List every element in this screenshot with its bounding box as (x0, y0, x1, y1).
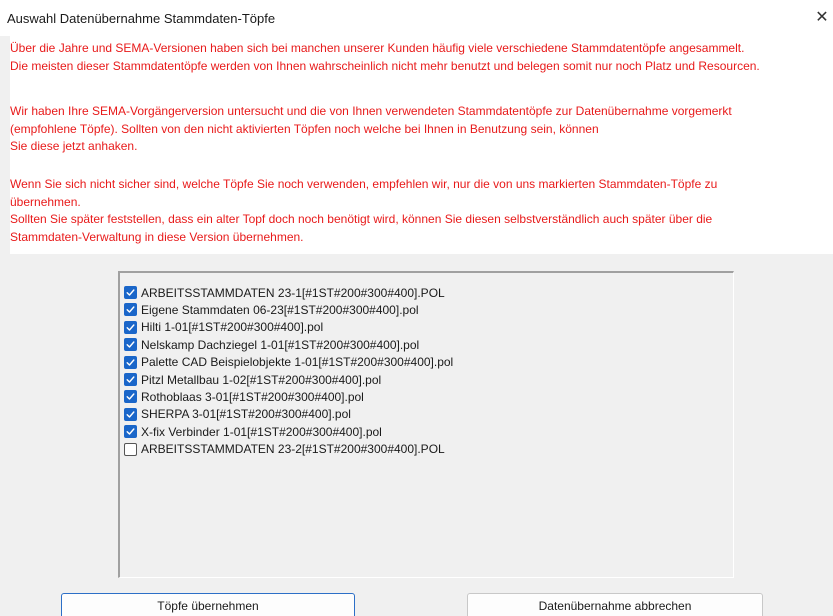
list-item-label: Rothoblaas 3-01[#1ST#200#300#400].pol (141, 389, 364, 404)
cancel-import-button[interactable]: Datenübernahme abbrechen (467, 593, 763, 616)
info-paragraph-3: Wenn Sie sich nicht sicher sind, welche … (10, 176, 717, 246)
checkbox-unchecked[interactable] (124, 442, 137, 456)
list-item[interactable]: SHERPA 3-01[#1ST#200#300#400].pol (124, 406, 351, 423)
info-line: (empfohlene Töpfe). Sollten von den nich… (10, 121, 599, 136)
checkbox-checked[interactable] (124, 286, 137, 299)
info-paragraph-1: Über die Jahre und SEMA-Versionen haben … (10, 40, 760, 75)
list-item[interactable]: Palette CAD Beispielobjekte 1-01[#1ST#20… (124, 354, 453, 371)
info-line: Über die Jahre und SEMA-Versionen haben … (10, 41, 745, 55)
list-item[interactable]: Nelskamp Dachziegel 1-01[#1ST#200#300#40… (124, 336, 419, 353)
list-item[interactable]: ARBEITSSTAMMDATEN 23-2[#1ST#200#300#400]… (124, 441, 445, 458)
title-bar: Auswahl Datenübernahme Stammdaten-Töpfe … (0, 0, 833, 36)
list-item-label: Palette CAD Beispielobjekte 1-01[#1ST#20… (141, 355, 454, 370)
info-line: übernehmen. (10, 194, 81, 209)
checkbox-checked[interactable] (124, 303, 137, 317)
list-item[interactable]: X-fix Verbinder 1-01[#1ST#200#300#400].p… (124, 423, 382, 440)
checkbox-checked[interactable] (124, 373, 137, 386)
list-item-label: Pitzl Metallbau 1-02[#1ST#200#300#400].p… (141, 372, 382, 387)
check-icon (126, 306, 135, 314)
checkbox-checked[interactable] (124, 390, 137, 404)
info-panel: Über die Jahre und SEMA-Versionen haben … (10, 36, 833, 254)
list-item-label: SHERPA 3-01[#1ST#200#300#400].pol (141, 407, 351, 422)
dialog-window: Auswahl Datenübernahme Stammdaten-Töpfe … (0, 0, 833, 616)
list-item[interactable]: Eigene Stammdaten 06-23[#1ST#200#300#400… (124, 301, 419, 318)
list-item-label: Nelskamp Dachziegel 1-01[#1ST#200#300#40… (141, 337, 420, 352)
check-icon (126, 428, 135, 435)
checkbox-checked[interactable] (124, 355, 137, 369)
list-item[interactable]: Rothoblaas 3-01[#1ST#200#300#400].pol (124, 388, 364, 405)
list-item[interactable]: Pitzl Metallbau 1-02[#1ST#200#300#400].p… (124, 371, 381, 388)
check-icon (126, 358, 135, 366)
checkbox-checked[interactable] (124, 338, 137, 352)
list-item-label: X-fix Verbinder 1-01[#1ST#200#300#400].p… (141, 424, 382, 439)
info-line: Sie diese jetzt anhaken. (10, 139, 138, 153)
checkbox-checked[interactable] (124, 425, 137, 439)
pot-checklist[interactable]: ARBEITSSTAMMDATEN 23-1[#1ST#200#300#400]… (118, 271, 734, 578)
list-item-label: ARBEITSSTAMMDATEN 23-1[#1ST#200#300#400]… (141, 285, 445, 300)
checkbox-checked[interactable] (124, 320, 137, 334)
list-item-label: ARBEITSSTAMMDATEN 23-2[#1ST#200#300#400]… (141, 442, 445, 457)
checkbox-checked[interactable] (124, 407, 137, 421)
check-icon (126, 393, 135, 401)
info-line: Wir haben Ihre SEMA-Vorgängerversion unt… (10, 104, 732, 118)
info-paragraph-2: Wir haben Ihre SEMA-Vorgängerversion unt… (10, 103, 732, 156)
info-line: Die meisten dieser Stammdatentöpfe werde… (10, 58, 760, 73)
close-button[interactable]: ✕ (811, 6, 833, 30)
info-line: Wenn Sie sich nicht sicher sind, welche … (10, 177, 718, 191)
list-item-label: Hilti 1-01[#1ST#200#300#400].pol (141, 320, 324, 335)
accept-pots-button[interactable]: Töpfe übernehmen (61, 593, 355, 616)
list-item-label: Eigene Stammdaten 06-23[#1ST#200#300#400… (141, 302, 419, 317)
check-icon (126, 411, 135, 418)
check-icon (126, 376, 135, 383)
check-icon (126, 289, 135, 296)
check-icon (126, 341, 135, 348)
check-icon (126, 324, 135, 331)
list-item[interactable]: ARBEITSSTAMMDATEN 23-1[#1ST#200#300#400]… (124, 284, 445, 301)
info-line: Sollten Sie später feststellen, dass ein… (10, 212, 713, 226)
list-item[interactable]: Hilti 1-01[#1ST#200#300#400].pol (124, 319, 323, 336)
info-line: Stammdaten-Verwaltung in diese Version ü… (10, 229, 304, 244)
window-title: Auswahl Datenübernahme Stammdaten-Töpfe (7, 11, 276, 26)
